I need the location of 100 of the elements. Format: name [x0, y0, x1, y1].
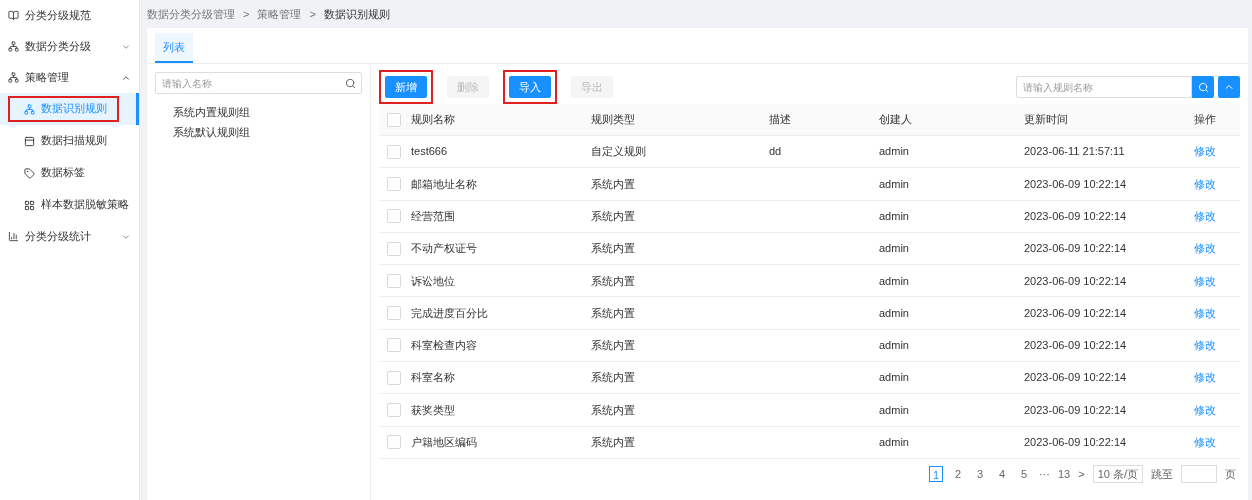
collapse-button[interactable] [1218, 76, 1240, 98]
checkbox[interactable] [387, 338, 401, 353]
sidebar-subitem[interactable]: 数据扫描规则 [0, 125, 139, 157]
panel-icon [24, 135, 35, 147]
table-cell: 邮箱地址名称 [411, 177, 477, 190]
table-cell: 户籍地区编码 [411, 436, 477, 449]
table-cell: admin [879, 371, 909, 384]
table-cell: 2023-06-11 21:57:11 [1024, 145, 1125, 158]
table-cell: 2023-06-09 10:22:14 [1024, 274, 1127, 287]
search-icon[interactable] [345, 77, 356, 89]
checkbox[interactable] [387, 176, 401, 191]
hierarchy-icon [8, 41, 19, 52]
page-button[interactable]: 5 [1016, 465, 1031, 482]
hierarchy-icon [24, 103, 35, 115]
sidebar-item[interactable]: 数据分类分级 [0, 31, 139, 62]
jump-label: 跳至 [1151, 466, 1173, 482]
column-header: 操作 [1194, 112, 1217, 128]
search-field[interactable]: 请输入名称 [155, 72, 362, 94]
page-button[interactable]: 4 [994, 465, 1009, 482]
table-cell: dd [769, 145, 782, 158]
page-button[interactable]: 13 [1057, 465, 1071, 483]
table-cell: 不动产权证号 [411, 242, 477, 255]
column-header: 规则类型 [591, 112, 636, 128]
checkbox[interactable] [387, 306, 401, 321]
table-cell: 2023-06-09 10:22:14 [1024, 242, 1127, 255]
toolbar-button[interactable]: 新增 [385, 76, 427, 98]
table-cell: 系统内置 [591, 306, 635, 319]
table-cell: 系统内置 [591, 210, 635, 222]
table-cell: 系统内置 [591, 242, 635, 255]
sidebar-subitem[interactable]: 数据标签 [0, 157, 139, 189]
page-button[interactable]: 3 [972, 465, 987, 482]
sidebar-subitem[interactable]: 数据识别规则 [0, 93, 139, 125]
edit-link[interactable]: 修改 [1194, 242, 1216, 255]
search-icon [1197, 81, 1209, 93]
table-cell: 2023-06-09 10:22:14 [1024, 306, 1127, 319]
rule-search-field[interactable]: 请输入规则名称 [1016, 76, 1192, 98]
table-cell: 获奖类型 [411, 403, 455, 416]
table-cell: 2023-06-09 10:22:14 [1024, 339, 1127, 352]
tree-item[interactable]: 系统内置规则组 [155, 104, 362, 120]
table-cell: admin [879, 242, 909, 255]
page-size-select[interactable]: 10 条/页 [1092, 464, 1143, 483]
tab[interactable]: 列表 [155, 33, 193, 63]
table-cell: 诉讼地位 [411, 274, 455, 287]
edit-link[interactable]: 修改 [1194, 403, 1216, 416]
checkbox[interactable] [387, 209, 401, 224]
edit-link[interactable]: 修改 [1194, 306, 1216, 319]
table-cell: 2023-06-09 10:22:14 [1024, 436, 1127, 449]
table-cell: admin [879, 210, 909, 222]
sidebar-item[interactable]: 分类分级规范 [0, 0, 139, 31]
edit-link[interactable]: 修改 [1194, 210, 1216, 222]
table-cell: admin [879, 177, 909, 190]
breadcrumb-item[interactable]: 数据分类分级管理 [147, 5, 235, 23]
page-button[interactable]: 1 [928, 465, 943, 482]
breadcrumb-separator: > [309, 6, 316, 22]
table-cell: admin [879, 403, 909, 416]
column-header: 更新时间 [1024, 112, 1069, 128]
table-cell: 系统内置 [591, 436, 635, 449]
column-header: 描述 [769, 112, 792, 128]
page-suffix: 页 [1225, 466, 1236, 482]
toolbar-button[interactable]: 导入 [509, 76, 551, 98]
column-header: 规则名称 [411, 112, 456, 128]
checkbox[interactable] [387, 144, 401, 159]
edit-link[interactable]: 修改 [1194, 177, 1216, 190]
edit-link[interactable]: 修改 [1194, 145, 1216, 158]
tag-icon [24, 167, 35, 179]
table-cell: 系统内置 [591, 371, 635, 384]
table-cell: 完成进度百分比 [411, 306, 488, 319]
column-header: 创建人 [879, 112, 913, 128]
jump-input[interactable] [1181, 464, 1217, 483]
tree-item[interactable]: 系统默认规则组 [155, 124, 362, 140]
edit-link[interactable]: 修改 [1194, 371, 1216, 384]
table-cell: 经营范围 [411, 210, 455, 222]
table-cell: admin [879, 274, 909, 287]
checkbox[interactable] [387, 435, 401, 450]
checkbox[interactable] [387, 112, 401, 127]
page-button[interactable]: 2 [950, 465, 965, 482]
table-cell: 2023-06-09 10:22:14 [1024, 371, 1127, 384]
breadcrumb-separator: > [243, 6, 250, 22]
edit-link[interactable]: 修改 [1194, 339, 1216, 352]
table-cell: admin [879, 306, 909, 319]
table-cell: admin [879, 436, 909, 449]
checkbox[interactable] [387, 403, 401, 417]
edit-link[interactable]: 修改 [1194, 436, 1216, 449]
table-cell: 系统内置 [591, 339, 635, 352]
edit-link[interactable]: 修改 [1194, 274, 1216, 287]
table-cell: admin [879, 339, 909, 352]
checkbox[interactable] [387, 370, 401, 385]
book-icon [8, 10, 19, 21]
sidebar-item[interactable]: 策略管理 [0, 62, 139, 93]
table-cell: test666 [411, 145, 448, 158]
breadcrumb-item[interactable]: 策略管理 [257, 5, 302, 23]
checkbox[interactable] [387, 241, 401, 256]
table-cell: 2023-06-09 10:22:14 [1024, 177, 1127, 190]
sidebar-subitem[interactable]: 样本数据脱敏策略 [0, 189, 139, 221]
table-cell: admin [879, 145, 909, 158]
checkbox[interactable] [387, 273, 401, 288]
table-cell: 系统内置 [591, 274, 635, 287]
search-button[interactable] [1192, 76, 1214, 98]
next-page-button[interactable]: > [1078, 465, 1085, 483]
sidebar-item[interactable]: 分类分级统计 [0, 221, 139, 252]
